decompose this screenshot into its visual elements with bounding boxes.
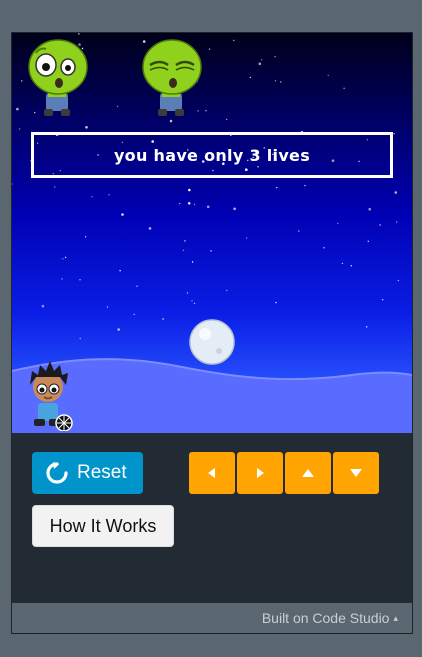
star <box>186 292 189 294</box>
star <box>121 213 124 216</box>
star <box>184 240 186 242</box>
star <box>41 304 45 308</box>
lives-message-box: you have only 3 lives <box>31 132 393 178</box>
zombie-awake-icon <box>28 39 88 116</box>
star <box>193 203 196 206</box>
star <box>280 81 282 83</box>
star <box>78 33 80 35</box>
star <box>327 74 329 77</box>
star <box>208 48 211 50</box>
star <box>210 250 212 252</box>
snowball-icon <box>189 319 235 365</box>
star <box>393 133 395 135</box>
star <box>258 62 262 66</box>
star <box>379 224 381 226</box>
star <box>16 107 19 111</box>
star <box>187 202 191 205</box>
how-it-works-label: How It Works <box>49 515 157 536</box>
star <box>193 302 196 305</box>
reset-button[interactable]: Reset <box>32 452 143 494</box>
star <box>117 328 120 331</box>
star <box>108 194 110 196</box>
star <box>188 188 191 192</box>
star <box>191 261 194 263</box>
star <box>366 326 368 328</box>
footer-label: Built on Code Studio <box>261 610 390 626</box>
star <box>136 285 138 287</box>
caret-up-icon: ▴ <box>393 612 398 623</box>
controls-panel: Reset How It Works <box>12 433 412 603</box>
reset-label: Reset <box>77 462 127 483</box>
star <box>233 39 235 42</box>
lives-message: you have only 3 lives <box>113 145 311 165</box>
how-it-works-button[interactable]: How It Works <box>32 505 174 547</box>
star <box>54 186 56 188</box>
star <box>337 222 339 225</box>
star <box>397 279 400 282</box>
arrow-right-icon <box>257 468 264 478</box>
star <box>245 237 248 239</box>
star <box>226 118 228 121</box>
star <box>191 300 193 302</box>
star <box>19 128 21 130</box>
star <box>206 205 210 209</box>
reset-icon <box>46 462 68 484</box>
arrow-up-icon <box>302 469 314 477</box>
star <box>91 195 93 198</box>
star <box>133 313 135 316</box>
star <box>233 207 236 211</box>
star <box>21 80 23 82</box>
app-frame: you have only 3 lives Reset How It Works… <box>11 32 413 634</box>
up-arrow-button[interactable] <box>285 452 331 494</box>
star <box>298 230 300 232</box>
star <box>79 279 81 281</box>
star <box>275 301 277 304</box>
star <box>276 186 278 189</box>
star <box>350 265 352 267</box>
down-arrow-button[interactable] <box>333 452 379 494</box>
star <box>323 247 325 249</box>
game-stage[interactable]: you have only 3 lives <box>12 33 412 433</box>
star <box>205 110 207 112</box>
star <box>367 240 369 242</box>
star <box>79 337 81 340</box>
star <box>343 87 345 89</box>
star <box>84 236 87 238</box>
star <box>249 76 251 79</box>
star <box>226 289 228 292</box>
star <box>116 105 119 108</box>
star <box>62 258 64 260</box>
star <box>304 184 306 187</box>
star <box>341 262 344 265</box>
star <box>260 59 263 61</box>
star <box>169 119 173 123</box>
star <box>64 256 67 259</box>
star <box>182 249 185 251</box>
kid-with-ball-icon <box>30 361 73 431</box>
star <box>179 202 181 205</box>
arrow-down-icon <box>350 469 362 477</box>
star <box>368 207 372 211</box>
star <box>61 278 63 280</box>
star <box>274 56 276 58</box>
star <box>382 299 384 301</box>
star <box>119 270 121 272</box>
footer-bar[interactable]: Built on Code Studio ▴ <box>12 603 412 633</box>
star <box>85 126 88 129</box>
star <box>106 306 109 308</box>
right-arrow-button[interactable] <box>237 452 283 494</box>
star <box>12 183 13 185</box>
left-arrow-button[interactable] <box>189 452 235 494</box>
star <box>162 318 164 320</box>
star <box>396 221 398 223</box>
zombie-sleeping-icon <box>142 39 202 116</box>
star <box>148 227 152 230</box>
star <box>274 80 277 82</box>
star <box>394 191 398 194</box>
arrow-left-icon <box>208 468 215 478</box>
